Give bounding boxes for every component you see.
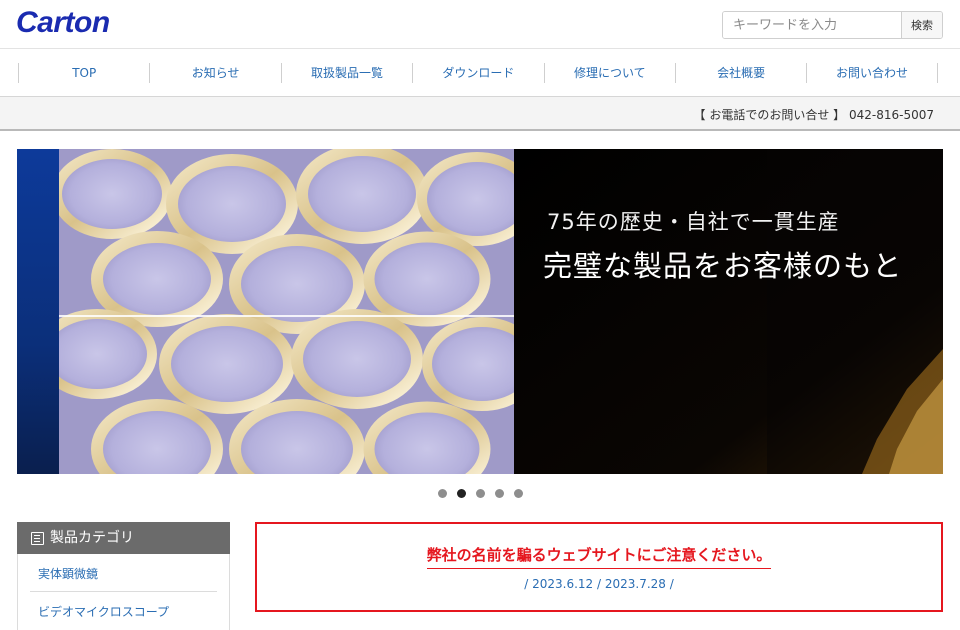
sidebar-header: 製品カテゴリ bbox=[17, 522, 230, 554]
nav-item-company[interactable]: 会社概要 bbox=[674, 63, 806, 83]
notice-dates: / 2023.6.12 / 2023.7.28 / bbox=[524, 577, 674, 591]
nav-item-download[interactable]: ダウンロード bbox=[412, 63, 543, 83]
notice-title-link[interactable]: 弊社の名前を騙るウェブサイトにご注意ください。 bbox=[426, 544, 772, 569]
site-header: Carton 検索 bbox=[0, 0, 960, 48]
hero-heading-line1: 75年の歴史・自社で一貫生産 bbox=[547, 210, 840, 234]
hero-heading-line2: 完璧な製品をお客様のもと bbox=[543, 249, 903, 283]
product-category-sidebar: 製品カテゴリ 実体顕微鏡 ビデオマイクロスコープ bbox=[17, 522, 230, 630]
search-button[interactable]: 検索 bbox=[901, 12, 942, 38]
slider-dot-5[interactable] bbox=[514, 489, 523, 498]
nav-item-contact[interactable]: お問い合わせ bbox=[806, 63, 938, 83]
slider-dot-1[interactable] bbox=[438, 489, 447, 498]
category-video-microscope[interactable]: ビデオマイクロスコープ bbox=[30, 592, 217, 630]
list-icon bbox=[31, 531, 44, 545]
hero-slider[interactable]: 75年の歴史・自社で一貫生産 完璧な製品をお客様のもと bbox=[17, 149, 943, 474]
slider-dot-3[interactable] bbox=[476, 489, 485, 498]
slider-dot-2[interactable] bbox=[457, 489, 466, 498]
sidebar-title: 製品カテゴリ bbox=[50, 530, 134, 546]
search-input[interactable] bbox=[723, 12, 901, 38]
category-stereo-microscope[interactable]: 実体顕微鏡 bbox=[30, 554, 217, 592]
carton-logo[interactable]: Carton bbox=[16, 6, 110, 40]
nav-item-products[interactable]: 取扱製品一覧 bbox=[280, 63, 412, 83]
sidebar-list: 実体顕微鏡 ビデオマイクロスコープ bbox=[17, 554, 230, 630]
nav-item-top[interactable]: TOP bbox=[18, 63, 149, 83]
search-box: 検索 bbox=[722, 11, 943, 39]
phone-contact-text: 【 お電話でのお問い合せ 】 042-816-5007 bbox=[693, 108, 934, 122]
nav-item-news[interactable]: お知らせ bbox=[149, 63, 280, 83]
slider-dot-4[interactable] bbox=[495, 489, 504, 498]
slider-dots bbox=[438, 489, 528, 501]
warning-notice-box: 弊社の名前を騙るウェブサイトにご注意ください。 / 2023.6.12 / 20… bbox=[255, 522, 943, 612]
global-nav: TOP お知らせ 取扱製品一覧 ダウンロード 修理について 会社概要 お問い合わ… bbox=[0, 48, 960, 97]
phone-bar: 【 お電話でのお問い合せ 】 042-816-5007 bbox=[0, 97, 960, 131]
nav-list: TOP お知らせ 取扱製品一覧 ダウンロード 修理について 会社概要 お問い合わ… bbox=[18, 63, 938, 83]
nav-item-repair[interactable]: 修理について bbox=[543, 63, 675, 83]
hero-image bbox=[17, 149, 943, 474]
